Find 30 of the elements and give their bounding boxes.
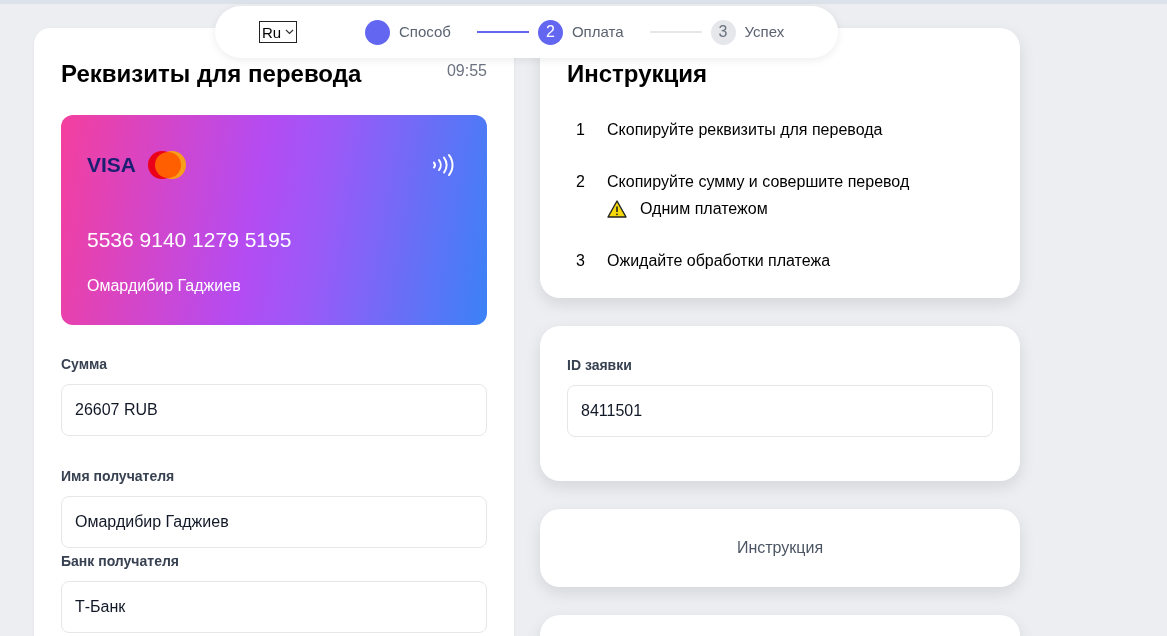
step-label: Оплата xyxy=(571,22,624,42)
warning-icon xyxy=(607,200,627,218)
field-label: ID заявки xyxy=(567,356,633,375)
countdown-timer: 09:55 xyxy=(446,61,487,81)
card-number: 5536 9140 1279 5195 xyxy=(87,227,292,253)
contactless-icon xyxy=(432,153,454,177)
field-label: Банк получателя xyxy=(61,552,180,571)
amount-field[interactable]: 26607 RUB xyxy=(61,384,487,436)
recipient-bank-field[interactable]: Т-Банк xyxy=(61,581,487,633)
card-holder: Омардибир Гаджиев xyxy=(87,276,241,296)
chevron-down-icon xyxy=(285,29,294,35)
two-circles-logo-icon xyxy=(148,151,186,179)
recipient-name-field[interactable]: Омардибир Гаджиев xyxy=(61,496,487,548)
field-label: Сумма xyxy=(61,355,109,374)
request-id-field[interactable]: 8411501 xyxy=(567,385,993,437)
step-number: 3 xyxy=(575,251,586,271)
step-number: 2 xyxy=(575,172,586,192)
step-number: 1 xyxy=(575,120,586,140)
card-brand: VISA xyxy=(87,152,136,178)
card-title: Инструкция xyxy=(567,59,709,89)
step-text: Скопируйте реквизиты для перевода xyxy=(607,120,883,140)
card-title: Реквизиты для перевода xyxy=(61,59,362,89)
language-select[interactable]: Ru xyxy=(259,21,297,43)
instruction-button[interactable]: Инструкция xyxy=(540,509,1020,587)
step-label: Успех xyxy=(744,22,785,42)
field-label: Имя получателя xyxy=(61,467,176,486)
step-text: Скопируйте сумму и совершите перевод xyxy=(607,172,910,192)
step-text: Ожидайте обработки платежа xyxy=(607,251,831,271)
warning-note: Одним платежом xyxy=(640,199,768,219)
step-label: Способ xyxy=(399,22,451,42)
